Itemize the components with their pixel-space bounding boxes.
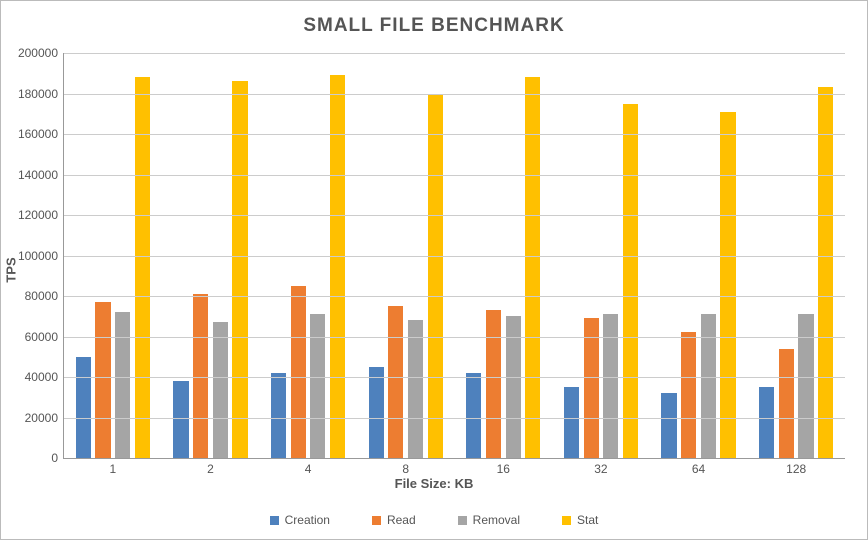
legend-label: Removal [473,513,520,527]
y-tick-label: 160000 [18,127,58,141]
bar-read [681,332,696,458]
bar-creation [564,387,579,458]
y-tick-label: 100000 [18,249,58,263]
grid-line [64,337,845,338]
legend-label: Read [387,513,416,527]
x-tick-label: 2 [207,462,214,476]
x-axis-label: File Size: KB [395,476,474,491]
legend-label: Creation [285,513,330,527]
legend-swatch-icon [458,516,467,525]
bar-removal [408,320,423,458]
y-tick-label: 0 [51,451,58,465]
legend-swatch-icon [562,516,571,525]
legend-swatch-icon [270,516,279,525]
y-axis-label: TPS [4,257,19,282]
bar-read [584,318,599,458]
bar-stat [720,112,735,458]
bar-creation [759,387,774,458]
legend-swatch-icon [372,516,381,525]
legend-item-removal: Removal [458,513,520,527]
x-tick-label: 128 [786,462,806,476]
bar-read [486,310,501,458]
bar-creation [173,381,188,458]
grid-line [64,377,845,378]
bar-read [193,294,208,458]
bar-creation [466,373,481,458]
legend-item-read: Read [372,513,416,527]
bar-stat [232,81,247,458]
bar-creation [271,373,286,458]
x-tick-label: 4 [305,462,312,476]
legend-label: Stat [577,513,598,527]
grid-line [64,175,845,176]
grid-line [64,215,845,216]
bar-removal [115,312,130,458]
bar-read [291,286,306,458]
y-tick-label: 80000 [25,289,58,303]
y-tick-label: 200000 [18,46,58,60]
chart-container: SMALL FILE BENCHMARK TPS 020000400006000… [0,0,868,540]
y-tick-label: 180000 [18,87,58,101]
y-tick-label: 40000 [25,370,58,384]
bar-creation [76,357,91,458]
legend-item-creation: Creation [270,513,330,527]
bar-stat [428,94,443,459]
y-tick-label: 120000 [18,208,58,222]
bar-removal [213,322,228,458]
grid-line [64,134,845,135]
grid-line [64,418,845,419]
bar-read [779,349,794,458]
y-tick-label: 20000 [25,411,58,425]
chart-title: SMALL FILE BENCHMARK [19,15,849,37]
plot-area: 0200004000060000800001000001200001400001… [63,53,845,459]
x-tick-label: 64 [692,462,705,476]
bar-read [95,302,110,458]
legend-item-stat: Stat [562,513,598,527]
grid-line [64,296,845,297]
bar-removal [506,316,521,458]
bar-stat [818,87,833,458]
y-tick-label: 140000 [18,168,58,182]
bar-read [388,306,403,458]
bar-creation [661,393,676,458]
x-tick-label: 32 [594,462,607,476]
grid-line [64,53,845,54]
grid-line [64,256,845,257]
x-tick-label: 16 [497,462,510,476]
x-tick-label: 8 [402,462,409,476]
y-tick-label: 60000 [25,330,58,344]
x-tick-label: 1 [109,462,116,476]
grid-line [64,94,845,95]
bar-stat [330,75,345,458]
bar-creation [369,367,384,458]
legend: Creation Read Removal Stat [1,513,867,527]
bar-stat [623,104,638,458]
